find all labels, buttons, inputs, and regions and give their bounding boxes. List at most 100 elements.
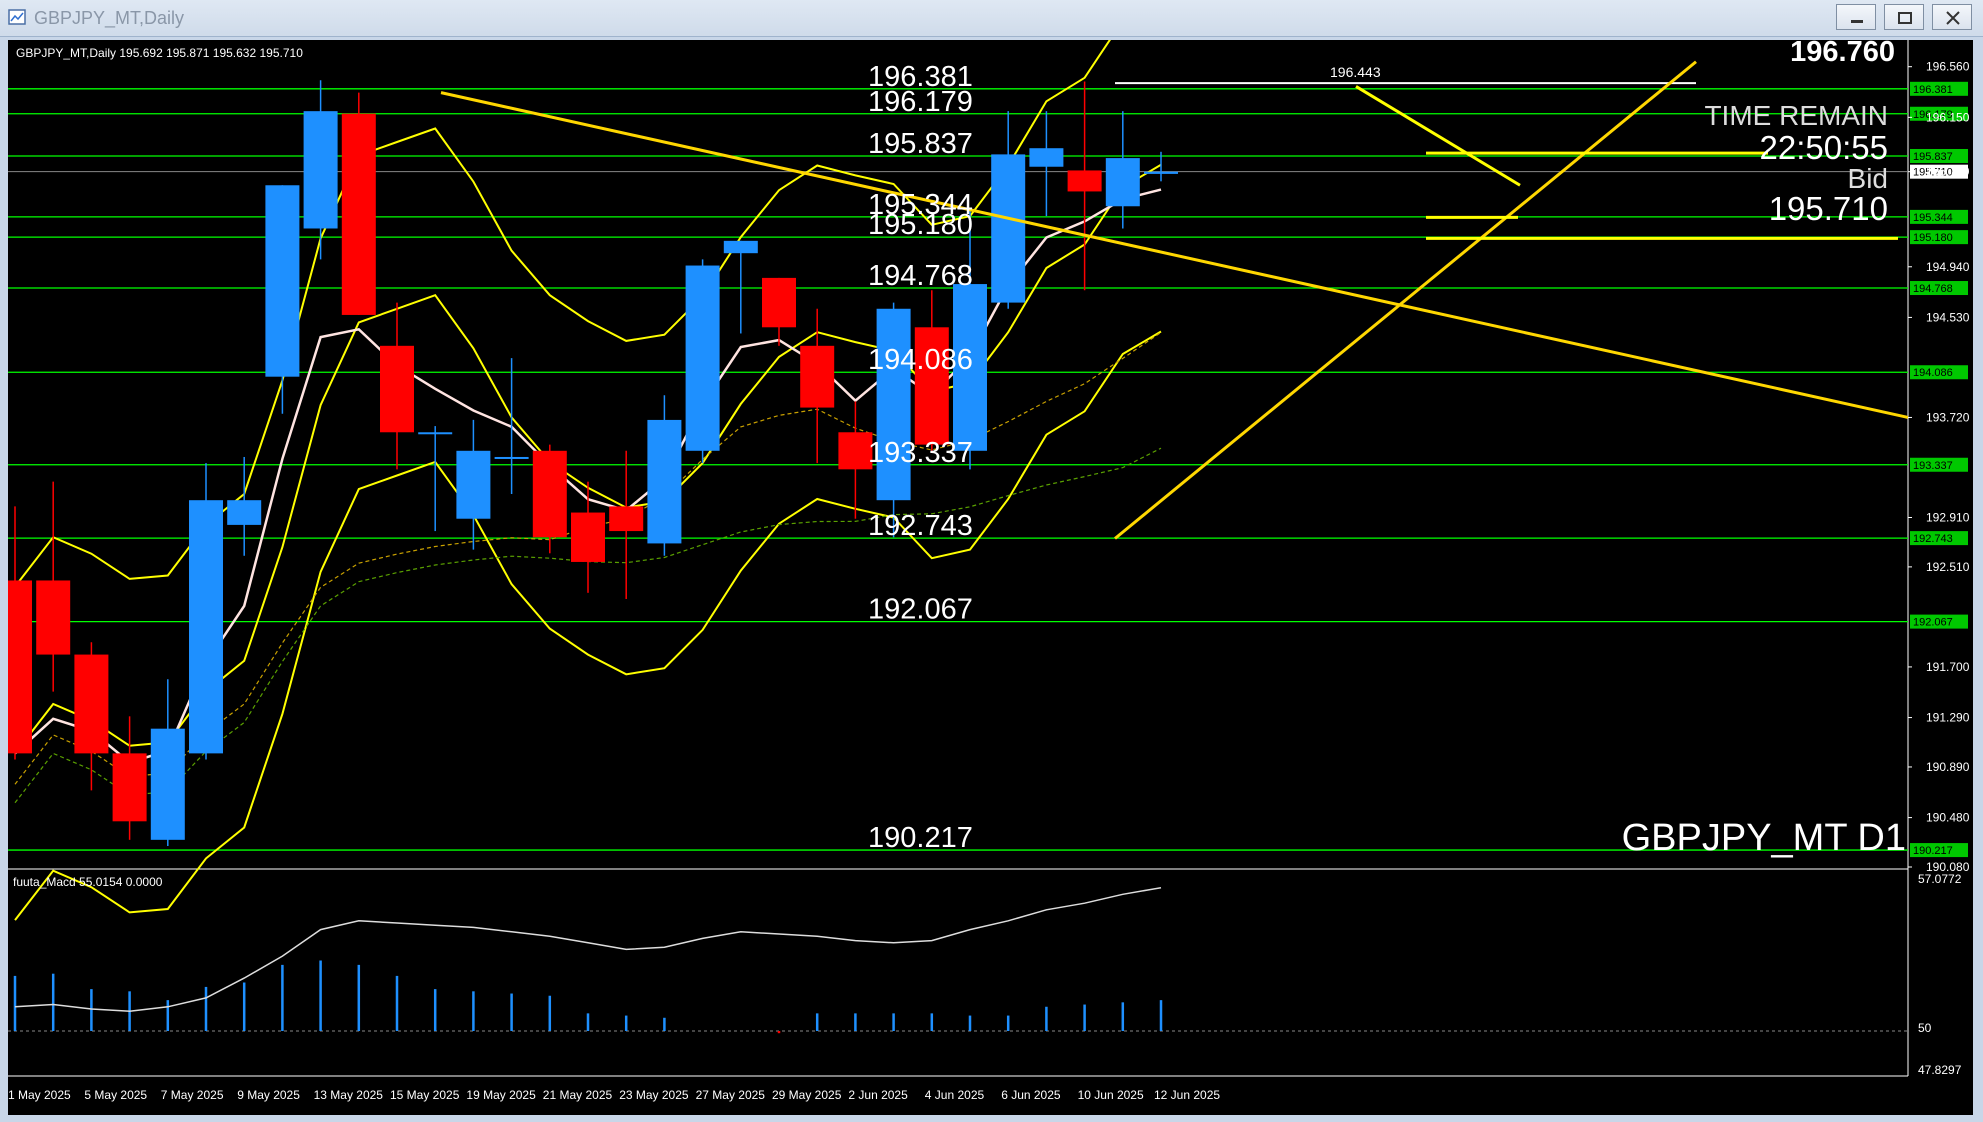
level-label: 194.086 <box>868 344 973 376</box>
candle-body <box>571 512 605 562</box>
date-axis-label: 2 Jun 2025 <box>848 1088 908 1102</box>
macd-axis-top: 57.0772 <box>1918 872 1962 886</box>
price-chart[interactable]: 196.381 196.381196.179 196.179195.837 195.8… <box>8 40 1973 1115</box>
candle-body <box>74 654 109 754</box>
level-price-tag-label: 192.067 <box>1913 617 1953 629</box>
candle-body <box>532 450 567 538</box>
candle-body <box>112 753 147 822</box>
price-axis-label: 196.150 <box>1926 110 1970 124</box>
price-axis-label: 192.510 <box>1926 560 1970 574</box>
price-axis-label: 191.700 <box>1926 660 1970 674</box>
candle-body <box>265 185 300 377</box>
date-axis-label: 12 Jun 2025 <box>1154 1088 1220 1102</box>
date-axis-label: 19 May 2025 <box>466 1088 536 1102</box>
candle-body <box>1105 158 1140 207</box>
candle-body <box>647 419 682 544</box>
price-axis-label: 192.910 <box>1926 510 1970 524</box>
price-axis-label: 196.560 <box>1926 60 1970 74</box>
level-price-tag-label: 195.837 <box>1913 151 1953 163</box>
candle-body <box>1029 148 1064 167</box>
level-label: 195.837 <box>868 128 973 160</box>
price-axis-label: 195.710 <box>1926 165 1970 179</box>
time-remain-label: TIME REMAIN <box>1704 100 1888 131</box>
macd-signal-line <box>14 886 1162 1012</box>
ascending-trendline <box>1114 60 1697 540</box>
candle-body <box>227 500 262 525</box>
candle-body <box>418 432 453 435</box>
macd-axis-bottom: 47.8297 <box>1918 1063 1962 1077</box>
candle-body <box>150 728 185 840</box>
level-label: 192.743 <box>868 510 973 542</box>
level-label: 196.179 <box>868 86 973 118</box>
date-axis-label: 9 May 2025 <box>237 1088 300 1102</box>
candle-body <box>685 265 720 451</box>
price-axis-label: 194.940 <box>1926 260 1970 274</box>
date-axis-label: 4 Jun 2025 <box>925 1088 985 1102</box>
macd-axis-zero: 50 <box>1918 1021 1932 1035</box>
restore-icon <box>1898 12 1912 24</box>
date-axis-label: 27 May 2025 <box>696 1088 766 1102</box>
date-axis-label: 21 May 2025 <box>543 1088 613 1102</box>
level-label: 192.067 <box>868 594 973 626</box>
moving-average-line <box>14 188 1162 764</box>
level-price-tag-label: 195.344 <box>1913 212 1953 224</box>
price-axis-label: 190.890 <box>1926 760 1970 774</box>
level-price-tag-label: 194.086 <box>1913 367 1953 379</box>
time-remain-value: 22:50:55 <box>1760 129 1888 166</box>
date-axis-label: 5 May 2025 <box>84 1088 147 1102</box>
date-axis-label: 29 May 2025 <box>772 1088 842 1102</box>
price-axis-label: 191.290 <box>1926 711 1970 725</box>
restore-button[interactable] <box>1884 4 1924 30</box>
level-price-tag-label: 195.180 <box>1913 232 1953 244</box>
candle-body <box>1144 171 1178 174</box>
candle-body <box>303 111 338 229</box>
bid-value: 195.710 <box>1769 190 1888 227</box>
chart-window-icon <box>8 9 26 25</box>
candle-body <box>341 113 376 315</box>
price-axis-label: 190.480 <box>1926 811 1970 825</box>
minimize-icon <box>1851 20 1863 23</box>
level-label: 195.180 <box>868 209 973 241</box>
middle-band-line <box>14 163 1162 755</box>
date-axis-label: 1 May 2025 <box>8 1088 71 1102</box>
close-icon <box>1946 11 1960 25</box>
chart-area[interactable]: 196.381 196.381 196.179 196.179 195.837 195.8… <box>8 40 1973 1115</box>
candle-body <box>876 308 911 501</box>
date-axis-label: 15 May 2025 <box>390 1088 460 1102</box>
candle-body <box>1067 170 1102 192</box>
countdown-price: 196.760 <box>1790 40 1895 68</box>
descending-trendline <box>440 91 1909 419</box>
candle-body <box>991 154 1026 303</box>
price-axis-label: 193.720 <box>1926 410 1970 424</box>
macd-label: fuuta_Macd 55.0154 0.0000 <box>13 875 163 889</box>
level-price-tag-label: 194.768 <box>1913 283 1953 295</box>
candle-body <box>36 580 71 655</box>
level-price-tag-label: 190.217 <box>1913 845 1953 857</box>
date-axis-label: 23 May 2025 <box>619 1088 689 1102</box>
high-marker-label: 196.443 <box>1330 64 1381 80</box>
candle-body <box>723 240 758 254</box>
level-label: 190.217 <box>868 822 973 854</box>
close-button[interactable] <box>1932 4 1972 30</box>
level-price-tag-label: 196.381 <box>1913 84 1953 96</box>
level-price-tag-label: 192.743 <box>1913 533 1953 545</box>
candle-body <box>762 277 796 328</box>
short-trendline <box>1355 85 1521 187</box>
candle-body <box>8 580 32 754</box>
window-titlebar: GBPJPY_MT,Daily <box>0 0 1983 37</box>
candle-body <box>494 456 529 459</box>
date-axis-label: 13 May 2025 <box>314 1088 384 1102</box>
candle-body <box>380 345 414 433</box>
date-axis-label: 7 May 2025 <box>161 1088 224 1102</box>
level-label: 194.768 <box>868 260 973 292</box>
candle-body <box>456 450 491 519</box>
window-title: GBPJPY_MT,Daily <box>34 8 185 28</box>
price-axis-label: 194.530 <box>1926 310 1970 324</box>
candle-body <box>800 345 835 408</box>
chart-watermark: GBPJPY_MT D1 <box>1622 817 1906 859</box>
date-axis-label: 6 Jun 2025 <box>1001 1088 1061 1102</box>
minimize-button[interactable] <box>1836 4 1876 30</box>
candle-body <box>189 500 223 754</box>
date-axis-label: 10 Jun 2025 <box>1078 1088 1144 1102</box>
level-price-tag-label: 193.337 <box>1913 460 1953 472</box>
